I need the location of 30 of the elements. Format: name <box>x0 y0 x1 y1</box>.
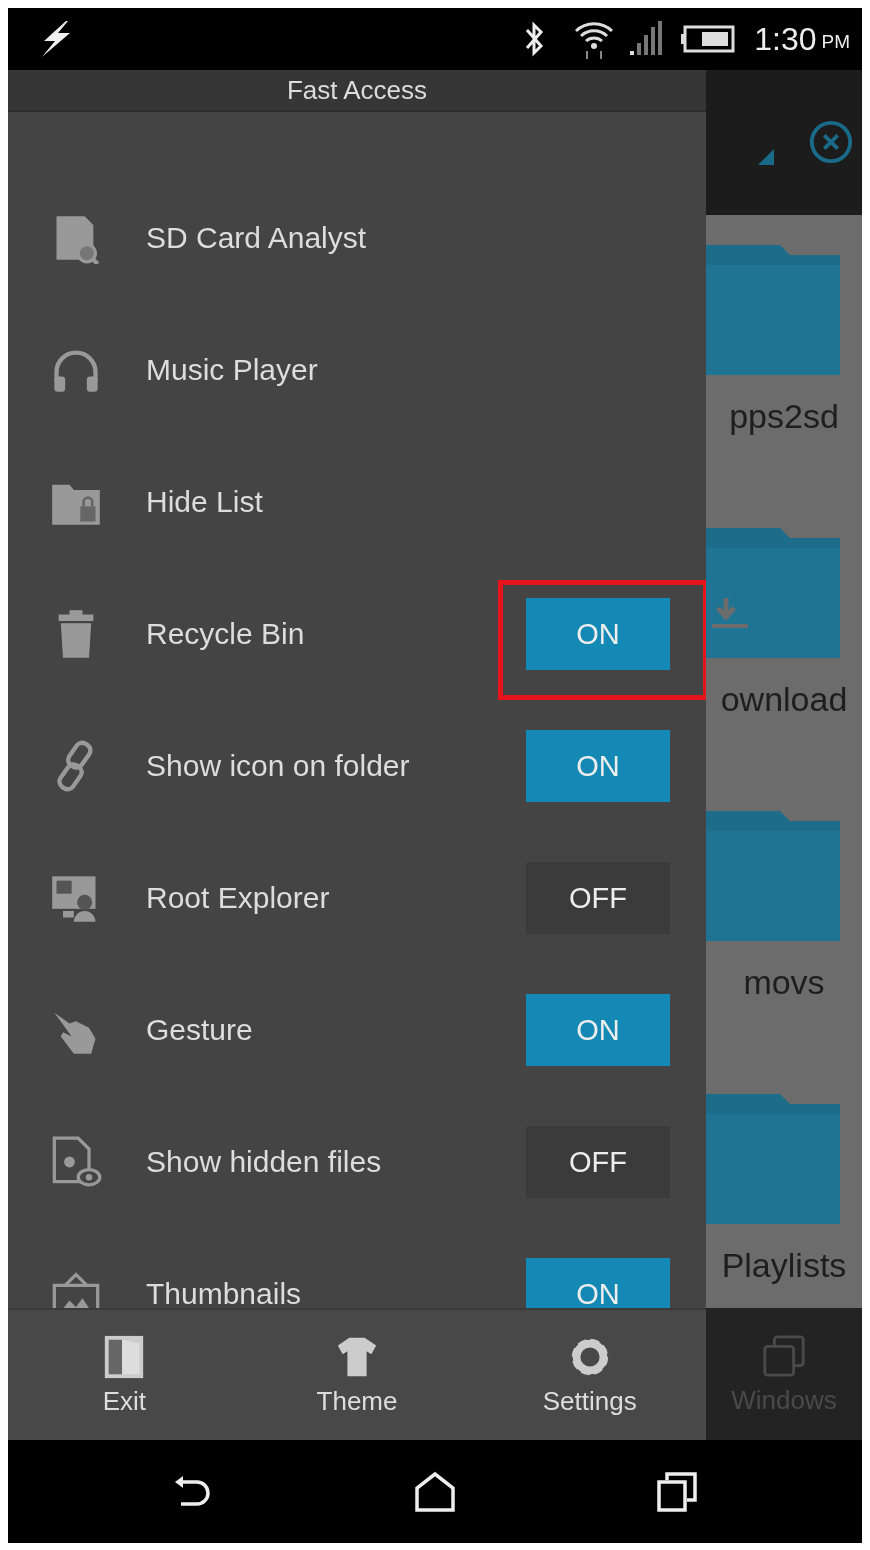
battery-icon <box>680 24 737 54</box>
toggle-button[interactable]: ON <box>526 994 670 1066</box>
setting-label: Show hidden files <box>146 1145 382 1179</box>
folder-name[interactable]: movs <box>743 963 825 1002</box>
toolbar-button[interactable]: Settings <box>473 1310 706 1440</box>
dropdown-triangle-icon[interactable] <box>758 149 774 165</box>
drawer-title: Fast Access <box>8 70 706 112</box>
menu-item-label[interactable]: SD Card Analyst <box>146 221 367 255</box>
setting-label: Thumbnails <box>146 1277 302 1308</box>
menu-item-label[interactable]: Hide List <box>146 485 263 519</box>
folder-name[interactable]: pps2sd <box>729 397 839 436</box>
folder-name[interactable]: ownload <box>720 680 848 719</box>
toggle-button[interactable]: OFF <box>526 862 670 934</box>
toggle-button[interactable]: OFF <box>526 1126 670 1198</box>
setting-label: Gesture <box>146 1013 253 1047</box>
hidden-file-icon <box>50 1136 102 1188</box>
clock-period: PM <box>821 31 850 53</box>
toggle-button[interactable]: ON <box>526 730 670 802</box>
toolbar-button[interactable]: Theme <box>240 1310 474 1440</box>
toggle-button[interactable]: ON <box>526 598 670 670</box>
close-icon[interactable] <box>808 119 854 165</box>
menu-item-label[interactable]: Music Player <box>146 353 318 387</box>
toolbar-button[interactable]: Exit <box>8 1310 241 1440</box>
setting-label: Recycle Bin <box>146 617 305 651</box>
clock-time: 1:30 <box>754 20 817 58</box>
setting-label: Show icon on folder <box>146 749 410 783</box>
toggle-button[interactable]: ON <box>526 1258 670 1308</box>
folder-name[interactable]: Playlists <box>721 1246 847 1285</box>
setting-label: Root Explorer <box>146 881 330 915</box>
windows-icon <box>761 1332 807 1379</box>
